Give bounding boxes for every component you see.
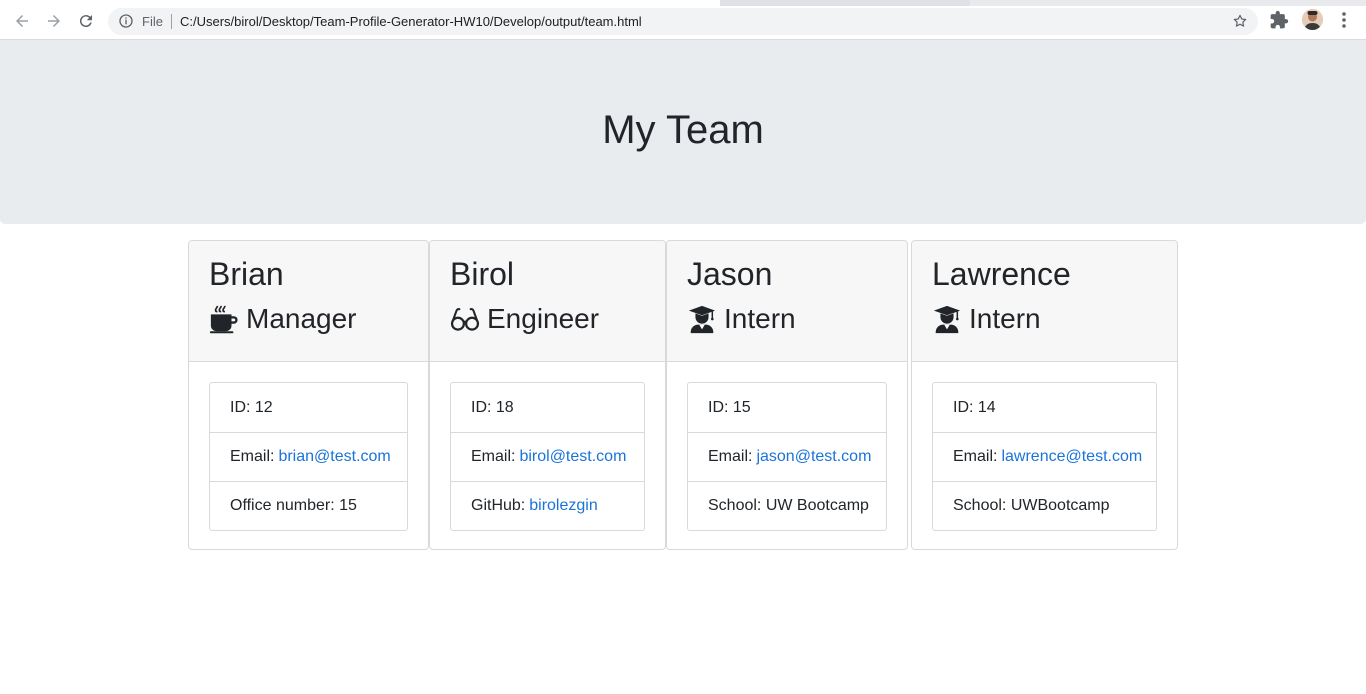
employee-name: Brian <box>209 256 284 292</box>
glasses-icon <box>450 304 480 334</box>
forward-arrow-icon <box>48 15 60 27</box>
id-item: ID: 15 <box>708 398 751 416</box>
file-label: File <box>142 14 163 29</box>
email-item: Email: jason@test.com <box>688 432 886 481</box>
reload-button[interactable] <box>73 8 99 34</box>
employee-card-intern: Jason Intern ID: 15 Email: jason@test.co… <box>666 240 908 550</box>
back-arrow-icon <box>16 15 28 27</box>
id-item: ID: 14 <box>953 398 996 416</box>
address-bar[interactable]: File C:/Users/birol/Desktop/Team-Profile… <box>108 8 1258 35</box>
active-tab[interactable] <box>0 0 720 6</box>
card-body: ID: 15 Email: jason@test.com School: UW … <box>667 362 907 549</box>
employee-role: Manager <box>209 301 408 337</box>
email-label: Email: <box>708 448 753 465</box>
card-body: ID: 12 Email: brian@test.com Office numb… <box>189 362 428 549</box>
id-item: ID: 18 <box>471 398 514 416</box>
info-list: ID: 15 Email: jason@test.com School: UW … <box>687 382 887 531</box>
card-header: Lawrence Intern <box>912 241 1177 362</box>
info-icon[interactable] <box>118 13 134 29</box>
extensions-puzzle-icon[interactable] <box>1269 10 1289 30</box>
card-body: ID: 18 Email: birol@test.com GitHub: bir… <box>430 362 665 549</box>
role-label: Manager <box>246 303 357 334</box>
tab-strip <box>0 0 1366 6</box>
email-link[interactable]: jason@test.com <box>756 448 871 466</box>
email-link[interactable]: birol@test.com <box>519 448 626 466</box>
github-item: GitHub: birolezgin <box>451 481 644 530</box>
employee-card-manager: Brian Manager ID: 12 Email: brian@test.c… <box>188 240 429 550</box>
browser-toolbar: File C:/Users/birol/Desktop/Team-Profile… <box>0 0 1366 40</box>
forward-button[interactable] <box>41 8 67 34</box>
email-label: Email: <box>230 448 275 465</box>
email-label: Email: <box>471 448 516 465</box>
employee-name: Jason <box>687 256 773 292</box>
url-text[interactable]: C:/Users/birol/Desktop/Team-Profile-Gene… <box>180 14 642 29</box>
school-item: School: UW Bootcamp <box>688 481 886 530</box>
bookmark-star-icon[interactable] <box>1232 13 1248 29</box>
reload-icon <box>79 15 92 28</box>
office-number-item: Office number: 15 <box>210 481 407 530</box>
github-label: GitHub: <box>471 497 526 514</box>
card-header: Birol Engineer <box>430 241 665 362</box>
info-list: ID: 12 Email: brian@test.com Office numb… <box>209 382 408 531</box>
employee-name: Birol <box>450 256 515 292</box>
employee-role: Engineer <box>450 301 645 337</box>
coffee-icon <box>209 304 239 334</box>
email-label: Email: <box>953 448 998 465</box>
info-list: ID: 18 Email: birol@test.com GitHub: bir… <box>450 382 645 531</box>
back-button[interactable] <box>9 8 35 34</box>
role-label: Intern <box>969 303 1041 334</box>
role-label: Engineer <box>487 303 600 334</box>
person-avatar-icon <box>1302 9 1323 30</box>
id-item: ID: 12 <box>230 398 273 416</box>
employee-card-intern: Lawrence Intern ID: 14 Email: lawrence@t… <box>911 240 1178 550</box>
employee-name: Lawrence <box>932 256 1071 292</box>
email-link[interactable]: lawrence@test.com <box>1001 448 1142 466</box>
school-item: School: UWBootcamp <box>933 481 1156 530</box>
employee-card-engineer: Birol Engineer ID: 18 Email: birol@test.… <box>429 240 666 550</box>
email-link[interactable]: brian@test.com <box>278 448 390 466</box>
info-list: ID: 14 Email: lawrence@test.com School: … <box>932 382 1157 531</box>
inactive-tab[interactable] <box>970 0 1366 6</box>
github-link[interactable]: birolezgin <box>529 497 597 515</box>
graduate-icon <box>687 304 717 334</box>
more-menu-icon[interactable] <box>1336 10 1352 30</box>
page-header: My Team <box>0 40 1366 224</box>
card-header: Brian Manager <box>189 241 428 362</box>
graduate-icon <box>932 304 962 334</box>
email-item: Email: brian@test.com <box>210 432 407 481</box>
page-title: My Team <box>602 107 764 152</box>
profile-avatar[interactable] <box>1302 9 1323 30</box>
employee-role: Intern <box>932 301 1157 337</box>
employee-role: Intern <box>687 301 887 337</box>
role-label: Intern <box>724 303 796 334</box>
card-header: Jason Intern <box>667 241 907 362</box>
email-item: Email: birol@test.com <box>451 432 644 481</box>
address-separator <box>171 14 172 29</box>
card-body: ID: 14 Email: lawrence@test.com School: … <box>912 362 1177 549</box>
email-item: Email: lawrence@test.com <box>933 432 1156 481</box>
